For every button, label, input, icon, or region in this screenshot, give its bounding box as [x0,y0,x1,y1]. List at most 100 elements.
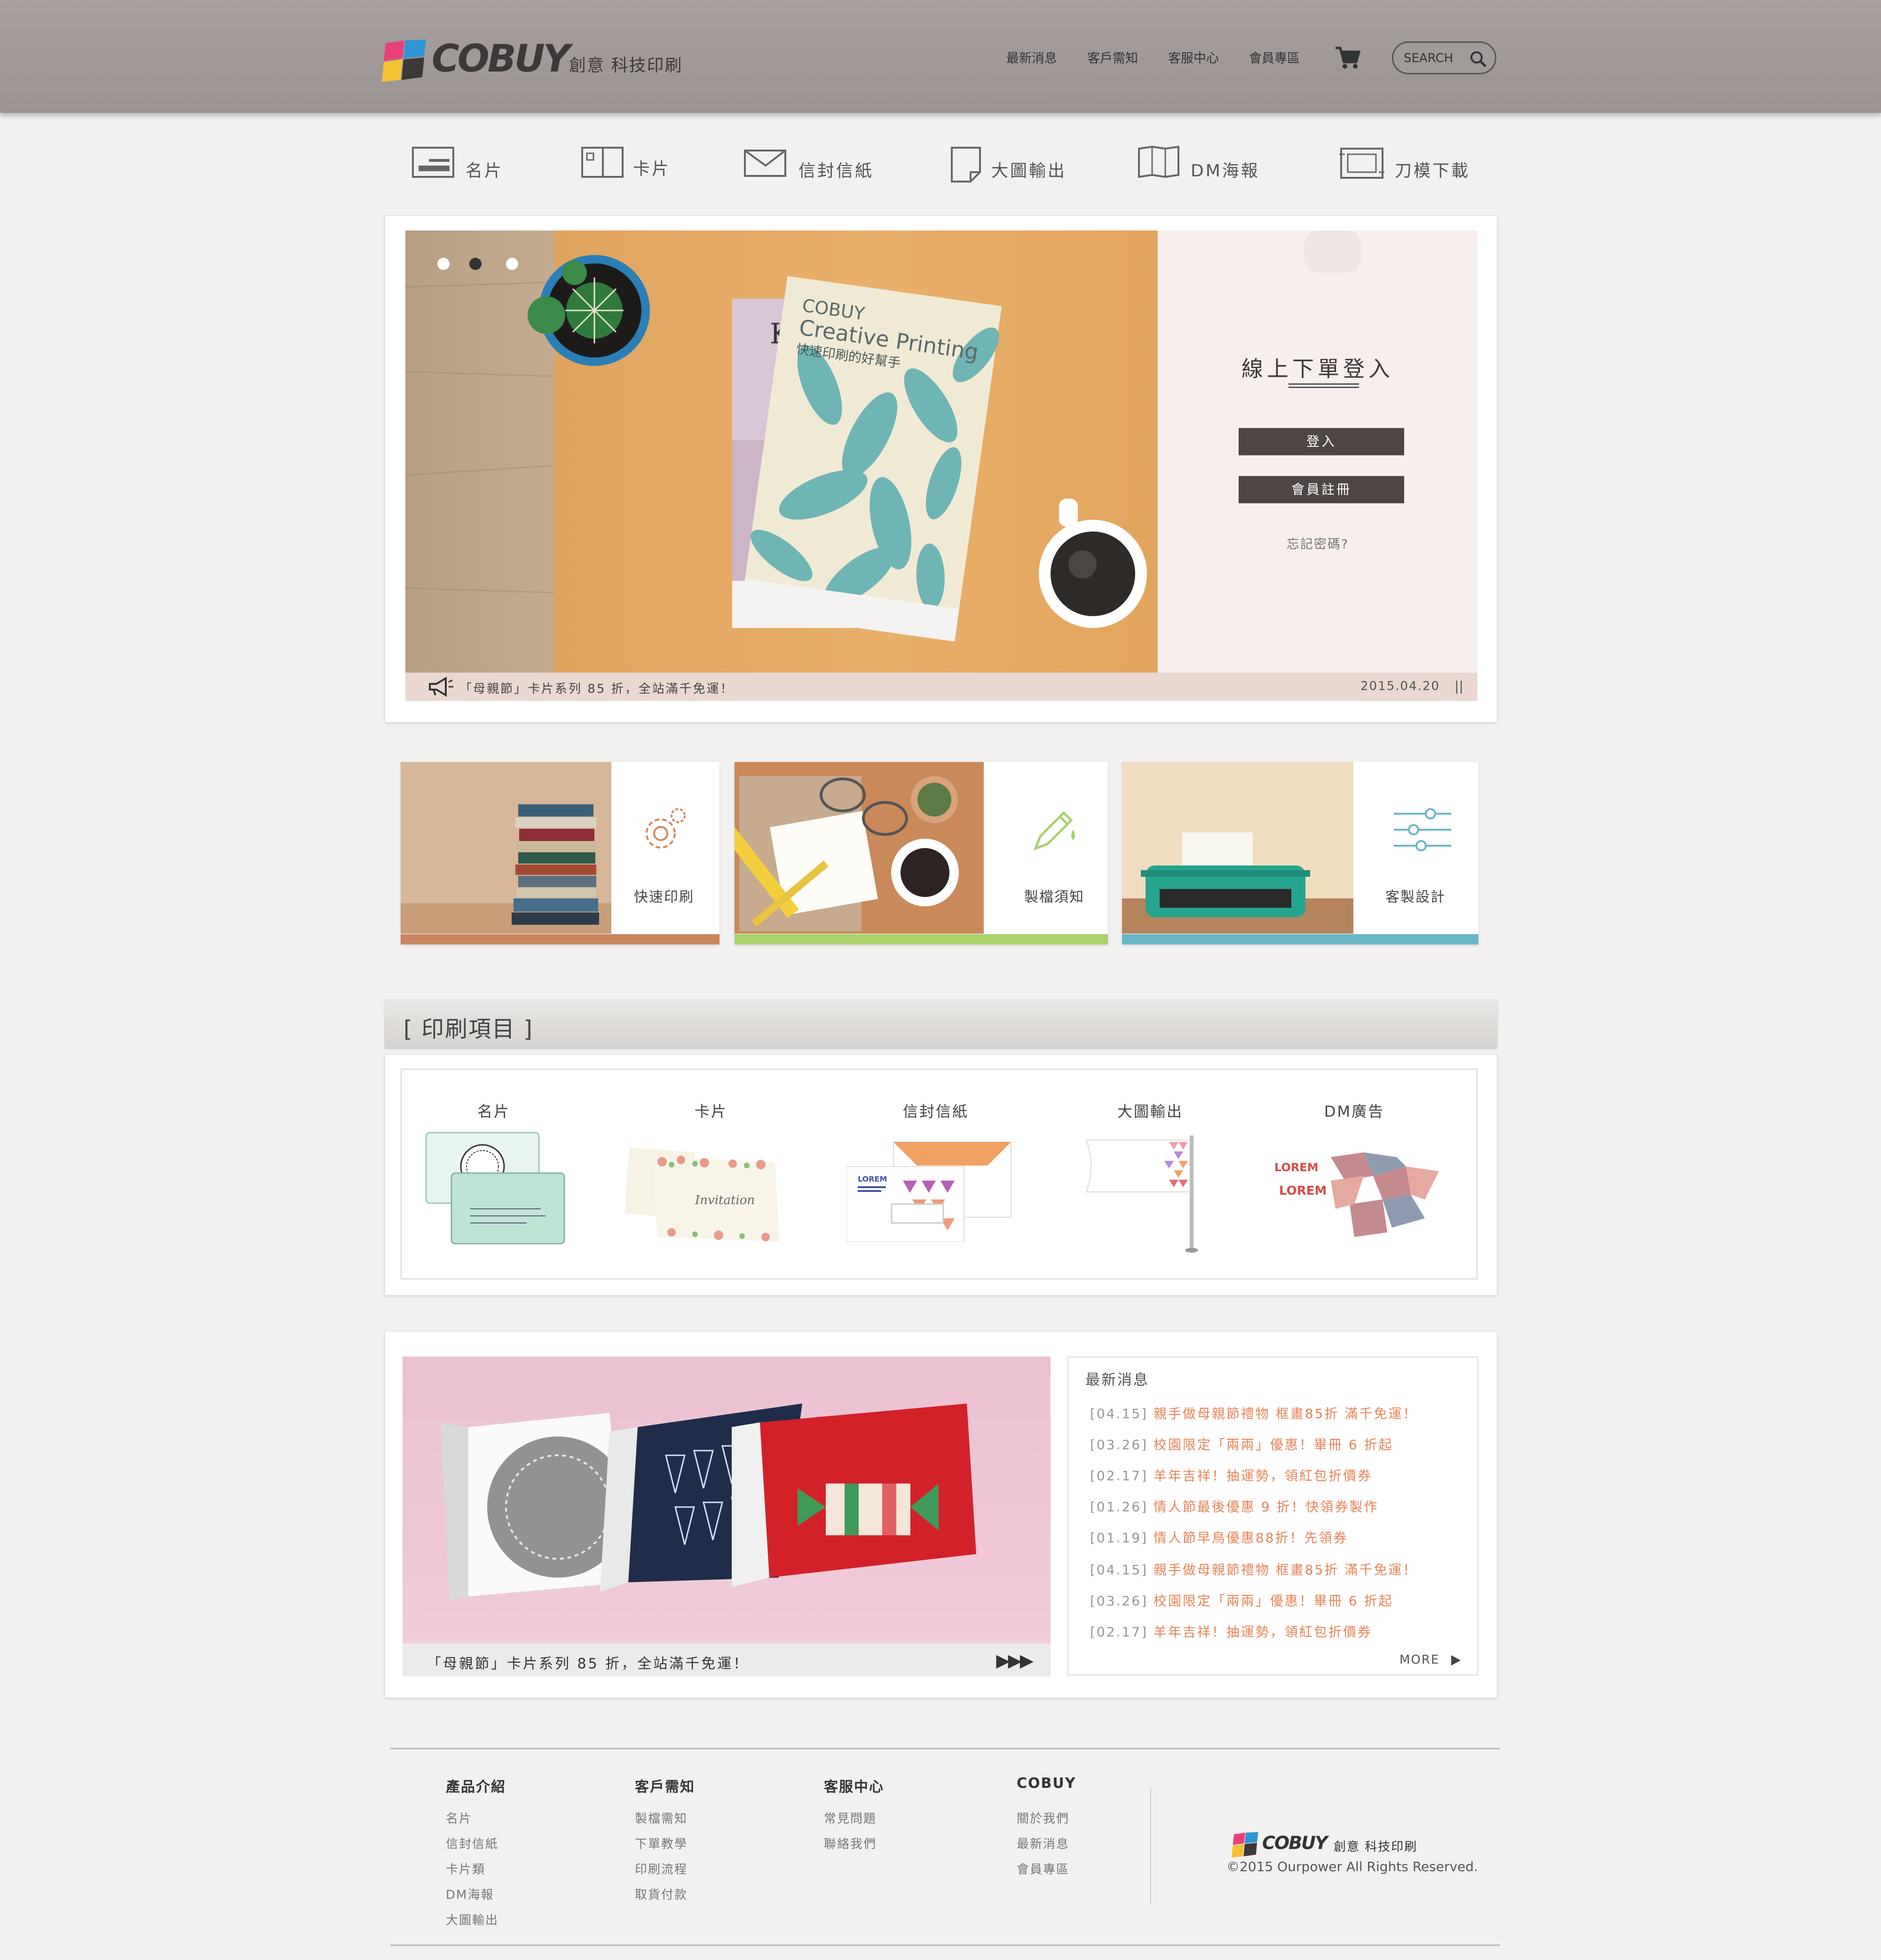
footer-heading: COBUY [1017,1775,1076,1792]
logo-mark-icon [382,40,426,82]
footer-logo-wordmark: COBUY [1262,1833,1328,1853]
more-link[interactable]: MORE [1399,1653,1462,1667]
site-logo[interactable]: COBUY 創意 科技印刷 [381,37,898,84]
nav-customer-info[interactable]: 客戶需知 [1087,48,1138,66]
footer-link[interactable]: 聯絡我們 [824,1834,877,1852]
play-icon [1451,1655,1461,1666]
news-item[interactable]: [04.15] 親手做母親節禮物 框畫85折 滿千免運！ [1090,1404,1417,1422]
promo-next-arrows[interactable]: ▶▶▶ [996,1650,1034,1671]
promo-banner[interactable] [403,1357,1051,1676]
footer-link[interactable]: DM海報 [446,1885,494,1903]
slide-dot-2-active[interactable] [469,258,482,270]
nav-news[interactable]: 最新消息 [1006,48,1057,66]
footer-link[interactable]: 名片 [446,1809,472,1826]
search-label: SEARCH [1404,51,1454,65]
category-label: 名片 [466,161,504,181]
category-label: 信封信紙 [798,161,874,181]
login-title: 線上下單登入 [1241,356,1394,381]
print-item-label[interactable]: 信封信紙 [884,1100,988,1121]
footer-link[interactable]: 取貨付款 [635,1885,688,1903]
section-title: [ 印刷項目 ] [403,1016,533,1042]
news-item[interactable]: [03.26] 校園限定「兩兩」優惠！畢冊 6 折起 [1090,1435,1393,1453]
print-item-label[interactable]: DM廣告 [1307,1100,1401,1121]
print-items-header: [ 印刷項目 ] [385,999,1497,1048]
business-card-sample[interactable] [423,1129,569,1246]
greeting-cards-image [440,1404,976,1601]
feature-card-custom-design[interactable]: 客製設計 [1122,762,1478,944]
envelope-sample[interactable]: LOREM [846,1138,1016,1242]
news-item[interactable]: [01.19] 情人節早鳥優惠88折！先領券 [1090,1528,1348,1547]
footer-link[interactable]: 印刷流程 [635,1860,688,1877]
envelope-icon [744,150,786,177]
login-button[interactable]: 登入 [1239,428,1404,455]
pause-button[interactable]: || [1454,678,1463,694]
category-dm-poster[interactable]: DM海報 [1138,146,1288,183]
category-large-print[interactable]: 大圖輸出 [950,146,1100,183]
promo-caption[interactable]: 「母親節」卡片系列 85 折，全站滿千免運！ [427,1652,749,1673]
megaphone-icon [429,676,453,697]
feature-color-bar [401,934,719,944]
news-item[interactable]: [03.26] 校園限定「兩兩」優惠！畢冊 6 折起 [1090,1591,1393,1610]
news-item[interactable]: [04.15] 親手做母親節禮物 框畫85折 滿千免運！ [1090,1560,1417,1579]
coffee-cup [1039,499,1147,628]
announcement-bar: 「母親節」卡片系列 85 折，全站滿千免運！ 2015.04.20 || [405,673,1478,701]
category-business-card[interactable]: 名片 [412,146,534,183]
footer-link[interactable]: 信封信紙 [446,1834,498,1852]
print-item-label[interactable]: 名片 [447,1100,541,1121]
footer-heading: 客戶需知 [635,1779,695,1795]
logo-wordmark: COBUY [432,37,570,80]
footer-link[interactable]: 大圖輸出 [446,1911,498,1928]
footer-link[interactable]: 常見問題 [824,1809,877,1826]
footer-link[interactable]: 製檔需知 [635,1809,688,1826]
footer-divider-bottom [390,1944,1500,1946]
footer-link[interactable]: 關於我們 [1017,1809,1069,1826]
gear-icon [646,808,686,849]
forgot-password-link[interactable]: 忘記密碼? [1158,534,1478,552]
cart-icon[interactable] [1335,46,1361,70]
banner-flag-sample[interactable] [1082,1131,1204,1253]
news-item[interactable]: [02.17] 羊年吉祥！抽運勢，領紅包折價券 [1090,1622,1372,1641]
feature-card-fast-print[interactable]: 快速印刷 [401,762,719,944]
feature-card-file-guide[interactable]: 製檔須知 [735,762,1108,944]
feature-label: 快速印刷 [634,889,694,905]
greeting-card-sample[interactable]: Invitation [624,1143,798,1246]
category-card[interactable]: 卡片 [581,146,703,183]
footer-link[interactable]: 下單教學 [635,1834,688,1852]
copyright-text: ©2015 Ourpower All Rights Reserved. [1226,1859,1478,1874]
footer-link[interactable]: 會員專區 [1017,1860,1069,1877]
category-label: 刀模下載 [1395,161,1470,181]
feature-color-bar [735,934,1108,944]
news-item[interactable]: [01.26] 情人節最後優惠 9 折！快領券製作 [1090,1497,1379,1516]
announcement-text[interactable]: 「母親節」卡片系列 85 折，全站滿千免運！ [459,679,734,697]
svg-text:LOREM: LOREM [1279,1184,1327,1198]
register-button[interactable]: 會員註冊 [1239,476,1404,503]
books-stack-image [401,762,611,934]
search-icon[interactable] [1469,49,1487,68]
promo-caption-bar: 「母親節」卡片系列 85 折，全站滿千免運！ ▶▶▶ [403,1643,1051,1676]
footer-logo-tagline: 創意 科技印刷 [1334,1840,1418,1854]
hero-slide-image[interactable]: K COBUY Creative Printing 快速印刷的好幫手 [405,230,1158,673]
news-item[interactable]: [02.17] 羊年吉祥！抽運勢，領紅包折價券 [1090,1466,1372,1484]
announcement-date: 2015.04.20 [1360,679,1440,693]
feature-color-bar [1122,934,1478,944]
latest-news-box: 最新消息 [04.15] 親手做母親節禮物 框畫85折 滿千免運！ [03.26… [1067,1357,1478,1675]
logo-mark-icon [1232,1832,1258,1857]
logo-tagline: 創意 科技印刷 [569,56,683,75]
footer-link[interactable]: 卡片類 [446,1860,485,1877]
slide-dot-3[interactable] [506,258,518,270]
pen-icon [1033,811,1075,851]
print-item-label[interactable]: 大圖輸出 [1099,1100,1202,1121]
print-item-label[interactable]: 卡片 [664,1100,758,1121]
footer-heading: 客服中心 [824,1779,884,1795]
slide-dot-1[interactable] [437,258,450,270]
footer-logo[interactable]: COBUY 創意 科技印刷 [1231,1831,1466,1859]
nav-member-area[interactable]: 會員專區 [1249,48,1300,66]
category-die-cut-download[interactable]: 刀模下載 [1339,146,1490,183]
dm-flyer-sample[interactable]: LOREM LOREM [1270,1148,1448,1246]
footer-link[interactable]: 最新消息 [1017,1834,1069,1852]
category-envelope[interactable]: 信封信紙 [744,146,894,183]
footer-divider-top [390,1748,1500,1749]
search-box[interactable]: SEARCH [1392,41,1496,74]
nav-service-center[interactable]: 客服中心 [1168,48,1219,66]
login-box: 線上下單登入 登入 會員註冊 忘記密碼? [1158,230,1478,673]
